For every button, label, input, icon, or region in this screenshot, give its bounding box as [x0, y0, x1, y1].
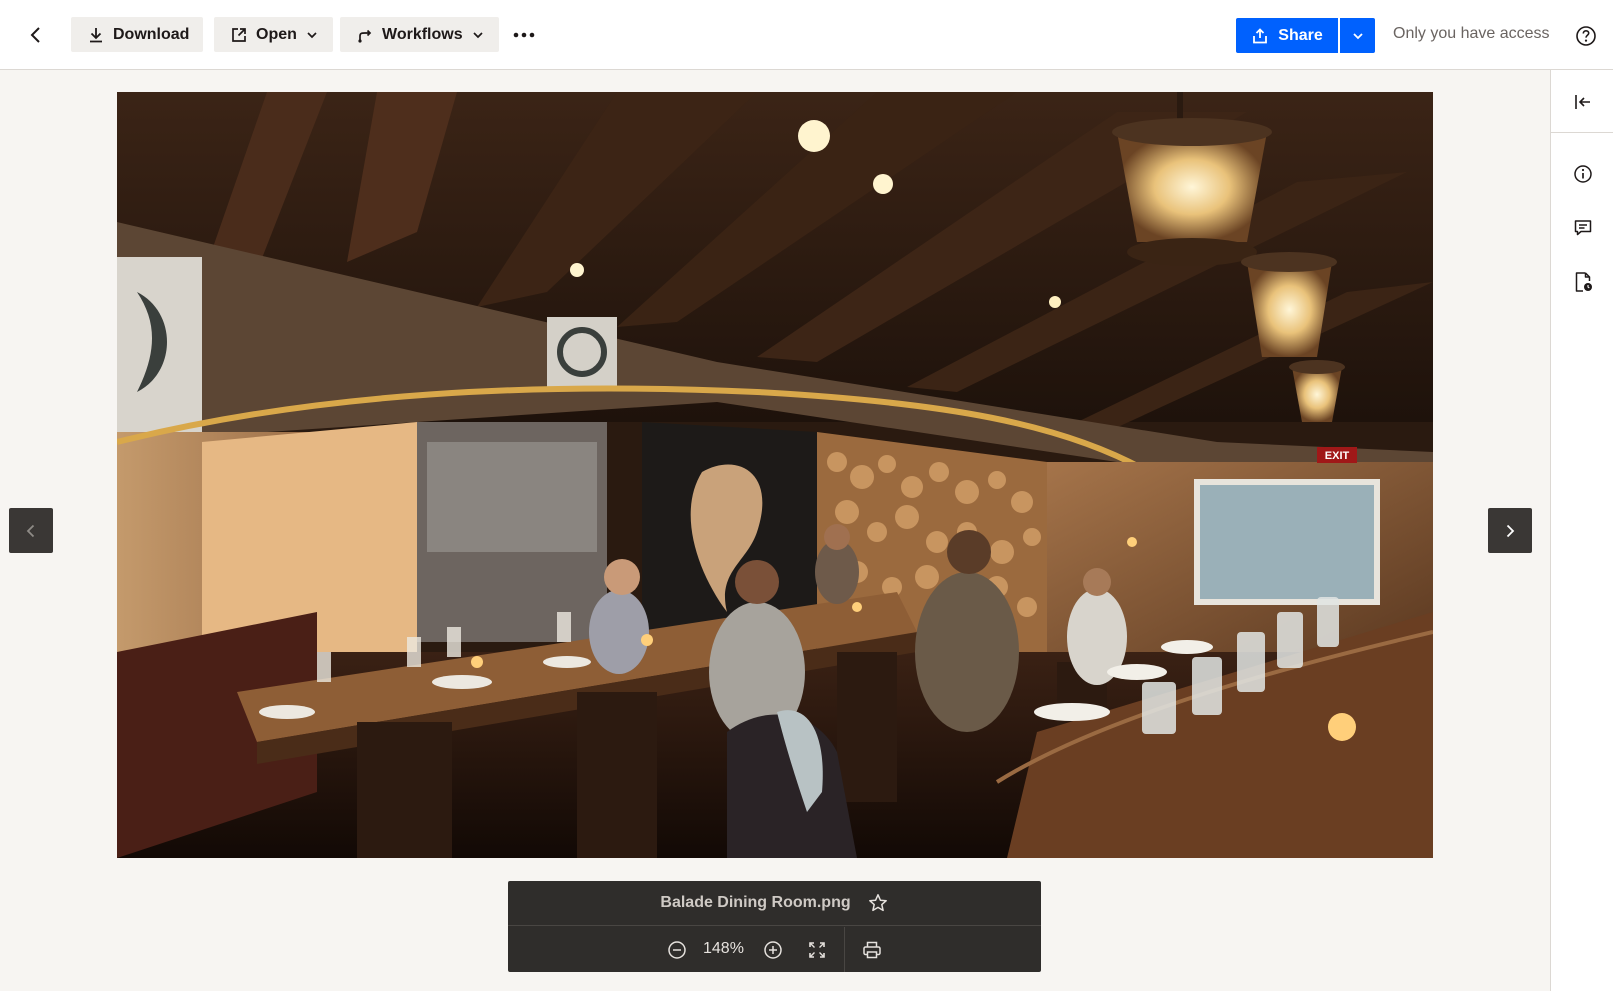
- workflows-icon: [358, 29, 372, 43]
- chevron-down-icon: [1352, 32, 1363, 39]
- comments-button[interactable]: [1569, 214, 1597, 242]
- previous-file-button[interactable]: [9, 508, 53, 553]
- info-icon: [1574, 165, 1592, 183]
- help-icon: [1576, 26, 1596, 46]
- zoom-out-button[interactable]: [665, 938, 689, 962]
- file-activity-icon: [1575, 272, 1592, 292]
- share-button[interactable]: Share: [1236, 18, 1338, 53]
- preview-controls: Balade Dining Room.png 148%: [508, 881, 1041, 972]
- zoom-out-icon: [668, 941, 686, 959]
- control-divider: [844, 927, 845, 972]
- next-file-button[interactable]: [1488, 508, 1532, 553]
- chevron-down-icon: [473, 31, 483, 38]
- zoom-controls: 148%: [508, 927, 1041, 972]
- help-button[interactable]: [1572, 22, 1600, 50]
- download-icon: [90, 27, 102, 42]
- zoom-level: 148%: [703, 940, 744, 957]
- print-icon: [863, 941, 881, 959]
- file-name: Balade Dining Room.png: [660, 894, 851, 911]
- share-label: Share: [1278, 26, 1323, 44]
- print-button[interactable]: [860, 938, 884, 962]
- zoom-in-button[interactable]: [761, 938, 785, 962]
- open-external-icon: [232, 27, 246, 42]
- zoom-in-icon: [764, 941, 782, 959]
- comment-icon: [1574, 220, 1592, 236]
- file-title-row: Balade Dining Room.png: [508, 881, 1041, 926]
- workflows-button[interactable]: Workflows: [340, 17, 499, 52]
- collapse-panel-icon: [1575, 95, 1590, 109]
- collapse-sidebar-button[interactable]: [1569, 88, 1597, 116]
- open-button[interactable]: Open: [214, 17, 333, 52]
- top-toolbar: Download Open Workflows Share Only you h…: [0, 0, 1613, 70]
- rail-divider: [1551, 132, 1613, 133]
- back-button[interactable]: [20, 19, 52, 51]
- download-button[interactable]: Download: [71, 17, 204, 52]
- file-activity-button[interactable]: [1569, 268, 1597, 296]
- restaurant-photo: EXIT: [117, 92, 1433, 858]
- more-horizontal-icon: [513, 32, 535, 38]
- chevron-left-icon: [30, 27, 40, 43]
- access-status: Only you have access: [1393, 25, 1550, 42]
- chevron-left-icon: [26, 524, 35, 537]
- workflows-label: Workflows: [382, 25, 463, 43]
- chevron-down-icon: [307, 31, 317, 38]
- share-options-button[interactable]: [1340, 18, 1375, 53]
- open-label: Open: [256, 25, 297, 43]
- download-label: Download: [113, 25, 190, 43]
- svg-text:EXIT: EXIT: [1325, 450, 1350, 462]
- fullscreen-icon: [809, 942, 825, 958]
- right-sidebar-rail: [1550, 70, 1613, 991]
- star-icon: [868, 894, 887, 912]
- chevron-right-icon: [1506, 524, 1515, 537]
- file-info-button[interactable]: [1569, 160, 1597, 188]
- more-options-button[interactable]: [508, 19, 540, 51]
- fullscreen-button[interactable]: [805, 938, 829, 962]
- share-upload-icon: [1253, 27, 1268, 43]
- image-preview: EXIT: [117, 92, 1433, 858]
- star-button[interactable]: [867, 892, 889, 914]
